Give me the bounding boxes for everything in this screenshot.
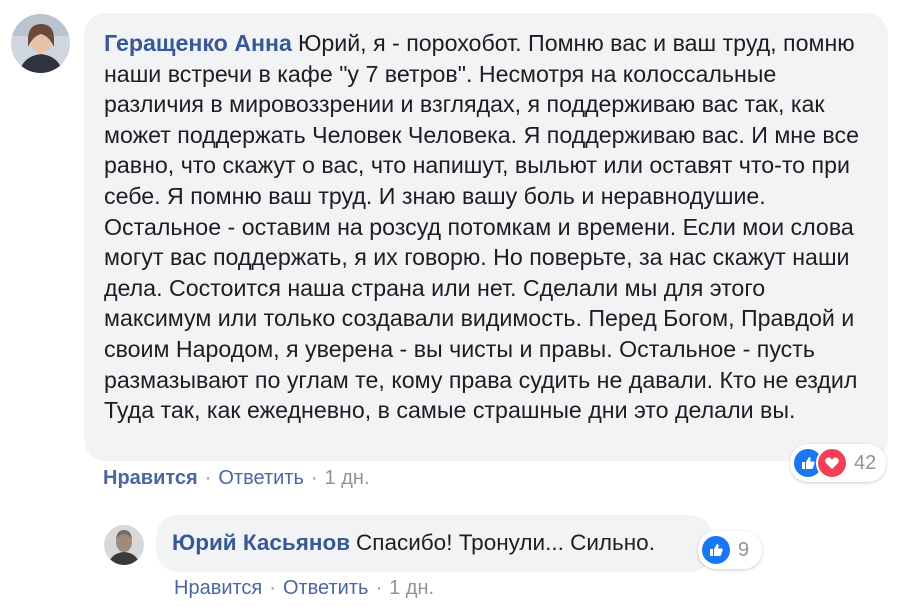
separator: · bbox=[310, 467, 318, 489]
separator: · bbox=[204, 467, 212, 489]
reply-text: Спасибо! Тронули... Сильно. bbox=[356, 530, 655, 555]
like-link[interactable]: Нравится bbox=[174, 577, 262, 599]
reaction-count: 42 bbox=[854, 451, 877, 474]
like-link[interactable]: Нравится bbox=[103, 467, 198, 489]
reaction-count: 9 bbox=[738, 538, 750, 561]
reply-bubble: Юрий Касьянов Спасибо! Тронули... Сильно. bbox=[156, 515, 712, 572]
reply-author[interactable]: Юрий Касьянов bbox=[172, 530, 350, 555]
reactions-badge[interactable]: 42 bbox=[790, 444, 886, 482]
comment-author[interactable]: Геращенко Анна bbox=[104, 30, 292, 56]
separator: · bbox=[269, 577, 276, 599]
avatar[interactable] bbox=[11, 14, 70, 73]
like-icon bbox=[700, 534, 732, 566]
reply-actions: Нравится · Ответить · 1 дн. bbox=[174, 577, 434, 600]
reactions-badge[interactable]: 9 bbox=[698, 531, 762, 569]
love-icon bbox=[816, 447, 848, 479]
reply-link[interactable]: Ответить bbox=[283, 577, 369, 599]
reply-link[interactable]: Ответить bbox=[218, 467, 304, 489]
separator: · bbox=[375, 577, 383, 599]
comment-timestamp[interactable]: 1 дн. bbox=[325, 467, 370, 489]
comment-actions: Нравится · Ответить · 1 дн. bbox=[103, 467, 370, 490]
avatar[interactable] bbox=[104, 525, 144, 565]
comment-bubble: Геращенко Анна Юрий, я - порохобот. Помню… bbox=[84, 13, 888, 461]
comment-text: Юрий, я - порохобот. Помню вас и ваш тру… bbox=[104, 30, 859, 424]
reply-timestamp[interactable]: 1 дн. bbox=[389, 577, 434, 599]
